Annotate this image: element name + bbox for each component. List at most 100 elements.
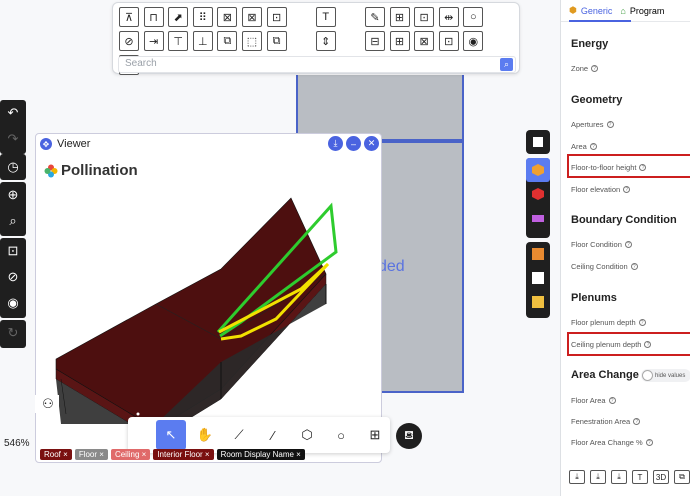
polygon-tool-icon[interactable]: ⬡ (292, 420, 322, 450)
tab-program[interactable]: ⌂ Program (620, 6, 664, 16)
select-tool-icon[interactable]: ↖ (156, 420, 186, 450)
close-icon[interactable]: × (203, 450, 210, 459)
help-icon[interactable]: ? (639, 164, 647, 171)
toolbar-tool-icon[interactable]: ⊘ (119, 31, 139, 51)
display-tag[interactable]: Room Display Name × (216, 449, 305, 460)
tab-generic[interactable]: ⬢ Generic (569, 5, 612, 16)
field-ceiling-condition[interactable]: Ceiling Condition? (571, 262, 638, 271)
toolbar-tool-icon[interactable]: ⊠ (217, 7, 238, 27)
zoom-icon[interactable]: ⌕ (0, 208, 26, 234)
room-box-icon[interactable] (526, 158, 550, 182)
help-icon[interactable]: ? (608, 397, 616, 404)
display-tag[interactable]: Ceiling × (110, 449, 151, 460)
refresh-icon[interactable]: ↻ (0, 320, 26, 346)
panel-action-icon[interactable]: ⧉ (674, 470, 690, 484)
panel-action-icon[interactable]: ⤓ (569, 470, 585, 484)
circle-tool-icon[interactable]: ○ (326, 420, 356, 450)
split-tool-icon[interactable]: ⁄ (258, 420, 288, 450)
search-input[interactable]: Search ⌕ (118, 56, 516, 73)
toolbar-tool-icon[interactable]: ⊡ (438, 31, 459, 51)
section-area-change: Area Change (571, 369, 639, 381)
schedule-icon[interactable] (526, 266, 550, 290)
toolbar-tool-icon[interactable]: ⬚ (241, 31, 262, 51)
toolbar-tool-icon[interactable]: ⇥ (143, 31, 164, 51)
toolbar-tool-icon[interactable]: ⧉ (266, 31, 287, 51)
help-icon[interactable]: ? (638, 319, 646, 326)
close-icon[interactable]: × (139, 450, 147, 459)
help-icon[interactable]: ? (623, 186, 631, 193)
field-floor-area-change[interactable]: Floor Area Change %? (571, 438, 653, 447)
toolbar-tool-icon[interactable]: ◉ (463, 31, 484, 51)
field-floor-condition[interactable]: Floor Condition? (571, 240, 632, 249)
help-icon[interactable]: ? (633, 418, 641, 425)
help-icon[interactable]: ? (645, 439, 653, 446)
zoom-extents-icon[interactable]: ⊕ (0, 182, 26, 208)
toolbar-tool-icon[interactable]: ⠿ (192, 7, 213, 27)
display-tag[interactable]: Roof × (40, 449, 72, 460)
3d-model-scene[interactable] (36, 134, 383, 464)
toolbar-tool-icon[interactable]: ⊤ (168, 31, 189, 51)
history-icon[interactable]: ◷ (0, 154, 26, 180)
toolbar-tool-icon[interactable]: ⇕ (315, 31, 336, 51)
plan-room-upper[interactable] (296, 75, 464, 141)
undo-icon[interactable]: ↶ (0, 100, 26, 126)
aperture-icon[interactable] (526, 206, 550, 230)
field-floor-elevation[interactable]: Floor elevation? (571, 185, 631, 194)
hide-icon[interactable]: ⊘ (0, 264, 26, 290)
panel-action-icon[interactable]: 3D (653, 470, 669, 484)
toolbar-tool-icon[interactable]: ⊓ (143, 7, 164, 27)
help-icon[interactable]: ? (624, 241, 632, 248)
toolbar-tool-icon[interactable]: ⊡ (414, 7, 435, 27)
line-tool-icon[interactable]: ⟋ (224, 420, 254, 450)
toolbar-tool-icon[interactable]: ⧉ (217, 31, 238, 51)
toolbar-tool-icon[interactable]: ⊼ (119, 7, 139, 27)
toolbar-tool-icon[interactable]: ✎ (364, 7, 385, 27)
panel-action-icon[interactable]: T (632, 470, 648, 484)
person-icon[interactable]: ⚇ (35, 395, 61, 413)
toggle-label: hide values (655, 372, 686, 379)
toolbar-tool-icon[interactable]: ⊞ (389, 31, 410, 51)
program-chart-icon[interactable] (526, 242, 550, 266)
field-zone[interactable]: Zone? (571, 64, 599, 73)
toolbar-tool-icon[interactable]: ⊡ (266, 7, 287, 27)
toolbar-tool-icon[interactable]: ⬈ (168, 7, 189, 27)
analysis-icon[interactable] (526, 290, 550, 314)
help-icon[interactable]: ? (630, 263, 638, 270)
close-icon[interactable]: × (97, 450, 104, 459)
toolbar-tool-icon[interactable]: ⊠ (414, 31, 435, 51)
toolbar-tool-icon[interactable]: ⇹ (438, 7, 459, 27)
close-icon[interactable]: × (61, 450, 68, 459)
field-area[interactable]: Area? (571, 142, 597, 151)
field-floor-plenum[interactable]: Floor plenum depth? (571, 318, 646, 327)
redo-icon[interactable]: ↷ (0, 126, 26, 152)
toolbar-tool-icon[interactable]: ⊞ (389, 7, 410, 27)
help-icon[interactable]: ? (591, 65, 599, 72)
field-floor-to-floor[interactable]: Floor-to-floor height? (571, 163, 647, 172)
field-apertures[interactable]: Apertures? (571, 120, 614, 129)
pan-tool-icon[interactable]: ✋ (190, 420, 220, 450)
help-icon[interactable]: ? (644, 341, 652, 348)
toolbar-tool-icon[interactable]: ⊠ (241, 7, 262, 27)
field-ceiling-plenum[interactable]: Ceiling plenum depth? (571, 340, 652, 349)
show-icon[interactable]: ◉ (0, 290, 26, 316)
toolbar-tool-icon[interactable]: T (315, 7, 336, 27)
layers-icon[interactable] (526, 130, 550, 154)
panel-action-icon[interactable]: ⤓ (611, 470, 627, 484)
close-icon[interactable]: × (294, 450, 301, 459)
hide-values-toggle[interactable]: hide values (641, 369, 690, 382)
field-floor-area[interactable]: Floor Area? (571, 396, 616, 405)
toolbar-tool-icon[interactable]: ⊥ (192, 31, 213, 51)
measure-tool-icon[interactable]: ⊞ (360, 420, 390, 450)
shade-box-icon[interactable] (526, 182, 550, 206)
display-tag[interactable]: Floor × (74, 449, 108, 460)
toolbar-tool-icon[interactable]: ○ (463, 7, 484, 27)
help-icon[interactable]: ? (606, 121, 614, 128)
paint-bucket-icon[interactable]: ⛾ (396, 423, 422, 449)
panel-action-icon[interactable]: ⤓ (590, 470, 606, 484)
display-tag[interactable]: Interior Floor × (153, 449, 214, 460)
capture-icon[interactable]: ⊡ (0, 238, 26, 264)
help-icon[interactable]: ? (589, 143, 597, 150)
toolbar-tool-icon[interactable]: ⊟ (364, 31, 385, 51)
search-icon[interactable]: ⌕ (500, 58, 513, 71)
field-fenestration-area[interactable]: Fenestration Area? (571, 417, 641, 426)
